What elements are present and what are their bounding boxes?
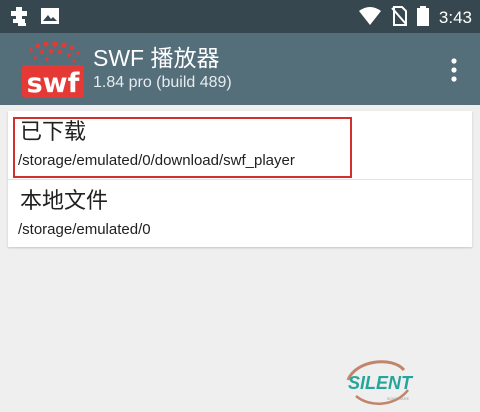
watermark-text: SILENT xyxy=(348,373,414,393)
battery-icon xyxy=(416,6,429,30)
location-title: 本地文件 xyxy=(20,189,109,214)
app-title: SWF 播放器 xyxy=(93,45,220,71)
location-list: 已下载 /storage/emulated/0/download/swf_pla… xyxy=(8,111,472,247)
watermark-small-text: SOFTWARE xyxy=(387,396,410,401)
app-logo: swf xyxy=(22,41,84,99)
status-bar: 3:43 xyxy=(0,0,480,33)
location-item-local-files[interactable]: 本地文件 /storage/emulated/0 xyxy=(8,179,472,248)
app-logo-text: swf xyxy=(27,68,80,99)
clock: 3:43 xyxy=(438,8,472,27)
wifi-icon xyxy=(358,6,381,30)
location-title: 已下载 xyxy=(20,120,87,145)
app-version: 1.84 pro (build 489) xyxy=(93,74,232,91)
location-item-downloads[interactable]: 已下载 /storage/emulated/0/download/swf_pla… xyxy=(8,111,472,179)
watermark-logo: SILENT SOFTWARE xyxy=(330,356,430,408)
location-path: /storage/emulated/0 xyxy=(18,221,151,238)
location-path: /storage/emulated/0/download/swf_player xyxy=(18,152,295,169)
app-bar: swf SWF 播放器 1.84 pro (build 489) xyxy=(0,33,480,105)
more-vert-icon[interactable] xyxy=(448,56,460,84)
notification-bug-icon xyxy=(8,5,30,31)
no-sim-icon xyxy=(391,6,407,30)
image-icon xyxy=(40,6,60,30)
